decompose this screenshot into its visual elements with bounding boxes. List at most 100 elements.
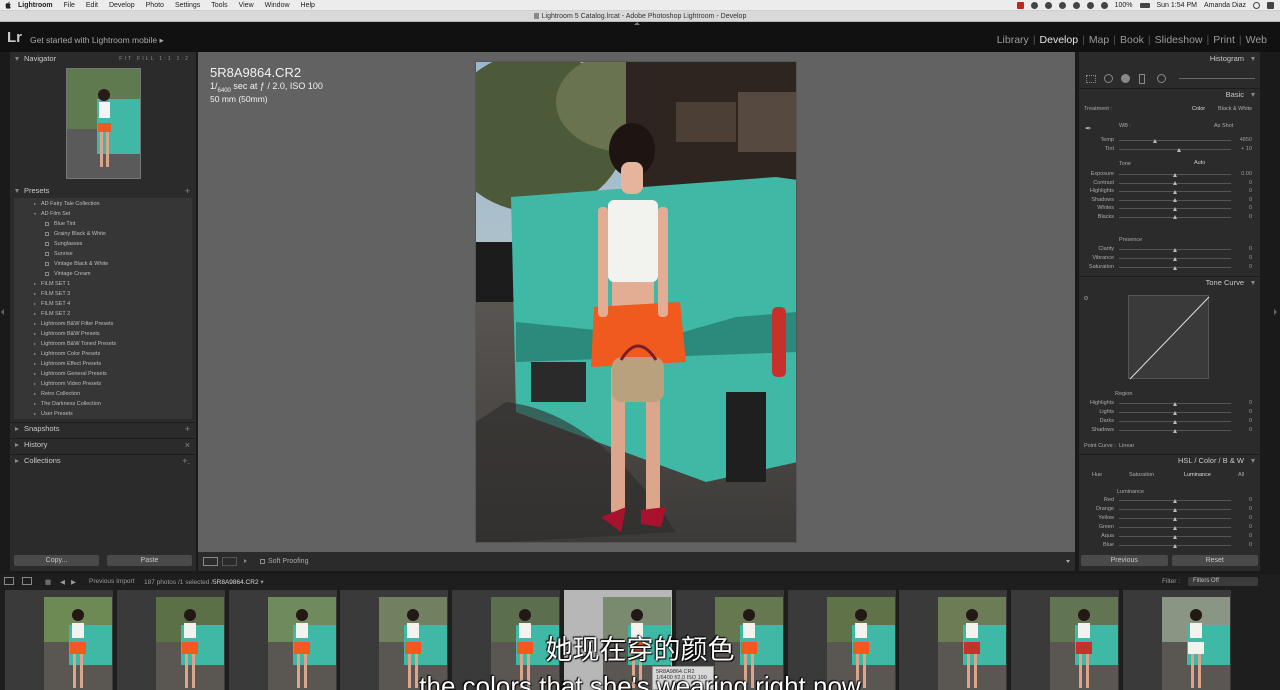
battery-icon[interactable] xyxy=(1139,3,1150,8)
slider-value[interactable]: 4850 xyxy=(1240,137,1252,143)
filmstrip-cell[interactable] xyxy=(899,590,1008,690)
slider-knob[interactable] xyxy=(1173,498,1177,503)
filmstrip-cell[interactable] xyxy=(452,590,561,690)
adjustment-slider[interactable] xyxy=(1119,419,1231,424)
adjustment-slider[interactable] xyxy=(1119,543,1231,548)
navigator-preview[interactable] xyxy=(66,68,141,179)
triangle-right-icon[interactable] xyxy=(34,412,36,415)
preset-item[interactable]: Sunrise xyxy=(14,249,192,259)
preset-folder[interactable]: FILM SET 1 xyxy=(14,279,192,289)
menu-photo[interactable]: Photo xyxy=(146,2,164,9)
module-map[interactable]: Map xyxy=(1085,34,1113,46)
triangle-right-icon[interactable] xyxy=(34,392,36,395)
slider-knob[interactable] xyxy=(1173,419,1177,424)
slider-value[interactable]: 0 xyxy=(1249,205,1252,211)
top-panel-toggle-icon[interactable] xyxy=(634,22,640,25)
point-curve-select[interactable]: Linear xyxy=(1119,443,1134,449)
adjustment-slider[interactable] xyxy=(1119,189,1231,194)
notification-center-icon[interactable] xyxy=(1267,2,1274,9)
slider-knob[interactable] xyxy=(1173,172,1177,177)
preset-folder[interactable]: FILM SET 3 xyxy=(14,289,192,299)
filmstrip-cell[interactable] xyxy=(1123,590,1231,690)
basic-header[interactable]: Basic xyxy=(1079,88,1260,100)
toolbar-menu-chevron-icon[interactable] xyxy=(1066,560,1070,563)
adjustment-slider[interactable] xyxy=(1119,215,1231,219)
slider-knob[interactable] xyxy=(1173,543,1177,548)
slider-value[interactable]: 0 xyxy=(1249,418,1252,424)
adjustment-slider[interactable] xyxy=(1119,256,1231,261)
menubar-user[interactable]: Amanda Diaz xyxy=(1204,2,1246,9)
adjustment-slider[interactable] xyxy=(1119,247,1231,252)
treatment-color-option[interactable]: Color xyxy=(1192,106,1205,112)
menu-help[interactable]: Help xyxy=(301,2,315,9)
triangle-right-icon[interactable] xyxy=(34,292,36,295)
apple-icon[interactable] xyxy=(4,1,12,9)
wb-preset-select[interactable]: As Shot xyxy=(1214,123,1233,129)
filmstrip-thumbnail[interactable] xyxy=(155,597,224,690)
main-photo[interactable] xyxy=(475,61,797,543)
left-panel-toggle-icon[interactable] xyxy=(1,309,4,315)
triangle-right-icon[interactable] xyxy=(34,312,36,315)
slider-value[interactable]: 0 xyxy=(1249,180,1252,186)
filmstrip-cell[interactable] xyxy=(116,590,225,690)
back-arrow-icon[interactable]: ◀ xyxy=(60,578,65,586)
filmstrip-thumbnail[interactable] xyxy=(1162,597,1230,690)
hsl-tab-hue[interactable]: Hue xyxy=(1092,472,1102,478)
slider-knob[interactable] xyxy=(1173,534,1177,539)
dropbox-icon[interactable] xyxy=(1030,2,1038,9)
adjustment-slider[interactable] xyxy=(1119,198,1231,202)
preset-item[interactable]: Vintage Black & White xyxy=(14,259,192,269)
red-eye-icon[interactable] xyxy=(1121,74,1130,83)
slider-knob[interactable] xyxy=(1173,428,1177,433)
collections-header[interactable]: Collections +. xyxy=(10,454,196,466)
slider-value[interactable]: 0 xyxy=(1249,506,1252,512)
right-panel-toggle-icon[interactable] xyxy=(1274,309,1277,315)
hsl-tab-luminance[interactable]: Luminance xyxy=(1184,472,1211,478)
preset-item[interactable]: Vintage Cream xyxy=(14,269,192,279)
adjustment-slider[interactable] xyxy=(1119,516,1231,521)
adjustment-slider[interactable] xyxy=(1119,147,1231,152)
adjustment-slider[interactable] xyxy=(1119,534,1231,539)
add-snapshot-icon[interactable]: + xyxy=(185,423,190,435)
bluetooth-icon[interactable] xyxy=(1072,2,1080,9)
slider-knob[interactable] xyxy=(1152,138,1157,143)
add-preset-icon[interactable]: + xyxy=(185,185,190,197)
adjustment-slider[interactable] xyxy=(1119,138,1231,143)
slider-value[interactable]: 0 xyxy=(1249,188,1252,194)
triangle-right-icon[interactable] xyxy=(34,202,36,205)
triangle-right-icon[interactable] xyxy=(34,322,36,325)
module-develop[interactable]: Develop xyxy=(1036,34,1083,46)
preset-item[interactable]: Blue Tint xyxy=(14,219,192,229)
menu-develop[interactable]: Develop xyxy=(109,2,135,9)
menu-view[interactable]: View xyxy=(239,2,254,9)
filter-select[interactable]: Filters Off xyxy=(1188,577,1258,586)
record-icon[interactable] xyxy=(1016,2,1024,9)
adjustment-slider[interactable] xyxy=(1119,525,1231,530)
filmstrip-thumbnail[interactable] xyxy=(938,597,1007,690)
preset-folder[interactable]: FILM SET 4 xyxy=(14,299,192,309)
preset-folder[interactable]: Lightroom Video Presets xyxy=(14,379,192,389)
adjustment-slider[interactable] xyxy=(1119,401,1231,406)
triangle-right-icon[interactable] xyxy=(34,382,36,385)
auto-tone-button[interactable]: Auto xyxy=(1194,160,1205,166)
crop-icon[interactable] xyxy=(1086,75,1096,83)
preset-folder[interactable]: Lightroom B&W Presets xyxy=(14,329,192,339)
slider-value[interactable]: 0 xyxy=(1249,400,1252,406)
triangle-right-icon[interactable] xyxy=(34,402,36,405)
filmstrip-cell[interactable] xyxy=(787,590,896,690)
slider-knob[interactable] xyxy=(1173,401,1177,406)
slider-knob[interactable] xyxy=(1173,507,1177,512)
adjustment-slider[interactable] xyxy=(1119,507,1231,512)
navigator-header[interactable]: Navigator FIT FILL 1:1 1:2 xyxy=(10,53,196,65)
module-print[interactable]: Print xyxy=(1209,34,1239,46)
preset-folder[interactable]: FILM SET 2 xyxy=(14,309,192,319)
history-header[interactable]: History × xyxy=(10,438,196,450)
triangle-right-icon[interactable] xyxy=(34,342,36,345)
triangle-right-icon[interactable] xyxy=(34,362,36,365)
menu-edit[interactable]: Edit xyxy=(86,2,98,9)
previous-button[interactable]: Previous xyxy=(1081,555,1168,566)
soft-proofing-toggle[interactable]: Soft Proofing xyxy=(260,558,308,565)
preset-folder[interactable]: Lightroom Effect Presets xyxy=(14,359,192,369)
adjustment-slider[interactable] xyxy=(1119,410,1231,415)
main-window-icon[interactable] xyxy=(4,577,14,585)
